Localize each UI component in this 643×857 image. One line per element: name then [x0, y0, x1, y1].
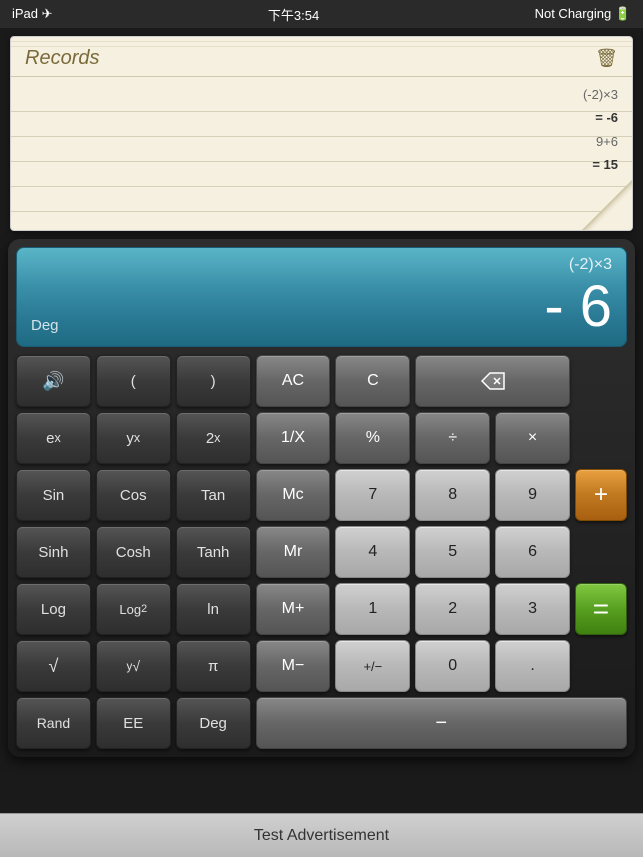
tanh-button[interactable]: Tanh — [176, 526, 251, 578]
cosh-button[interactable]: Cosh — [96, 526, 171, 578]
c-button[interactable]: C — [335, 355, 410, 407]
ad-bar: Test Advertisement — [0, 813, 643, 857]
plusminus-button[interactable]: +/− — [335, 640, 410, 692]
record-result-2: = 15 — [25, 153, 618, 176]
seven-button[interactable]: 7 — [335, 469, 410, 521]
five-button[interactable]: 5 — [415, 526, 490, 578]
status-bar: iPad ✈ 下午3:54 Not Charging 🔋 — [0, 0, 643, 28]
calculator-display: (-2)×3 - 6 Deg — [16, 247, 627, 347]
ln-button[interactable]: ln — [176, 583, 251, 635]
display-expression: (-2)×3 — [31, 256, 612, 274]
log-button[interactable]: Log — [16, 583, 91, 635]
mplus-button[interactable]: M+ — [256, 583, 331, 635]
ipad-label: iPad ✈ — [12, 6, 53, 22]
ex-button[interactable]: ex — [16, 412, 91, 464]
plus-button[interactable]: + — [575, 469, 627, 521]
deg-mode-button[interactable]: Deg — [176, 697, 251, 749]
cos-button[interactable]: Cos — [96, 469, 171, 521]
two-button[interactable]: 2 — [415, 583, 490, 635]
button-grid: 🔊()ACCexyx2x1/X%÷× SinCosTanMc789+ SinhCos… — [16, 355, 627, 749]
zero-button[interactable]: 0 — [415, 640, 490, 692]
log2-button[interactable]: Log2 — [96, 583, 171, 635]
record-expr-1: (-2)×3 — [25, 83, 618, 106]
records-body: (-2)×3 = -6 9+6 = 15 — [11, 77, 632, 183]
record-expr-2: 9+6 — [25, 130, 618, 153]
sin-button[interactable]: Sin — [16, 469, 91, 521]
record-result-1: = -6 — [25, 106, 618, 129]
calculator: (-2)×3 - 6 Deg 🔊()ACCexyx2x1/X%÷× SinCosT… — [8, 239, 635, 757]
status-left: iPad ✈ — [12, 6, 53, 22]
records-delete-button[interactable]: 🗑 — [595, 48, 618, 69]
reciprocal-button[interactable]: 1/X — [256, 412, 331, 464]
three-button[interactable]: 3 — [495, 583, 570, 635]
open-paren-button[interactable]: ( — [96, 355, 171, 407]
display-mode: Deg — [31, 317, 59, 334]
mminus-button[interactable]: M− — [256, 640, 331, 692]
mc-button[interactable]: Mc — [256, 469, 331, 521]
close-paren-button[interactable]: ) — [176, 355, 251, 407]
eight-button[interactable]: 8 — [415, 469, 490, 521]
records-header: Records 🗑 — [11, 37, 632, 77]
sinh-button[interactable]: Sinh — [16, 526, 91, 578]
decimal-button[interactable]: . — [495, 640, 570, 692]
nine-button[interactable]: 9 — [495, 469, 570, 521]
status-time: 下午3:54 — [268, 5, 319, 24]
mr-button[interactable]: Mr — [256, 526, 331, 578]
2x-button[interactable]: 2x — [176, 412, 251, 464]
minus-bottom-button[interactable]: − — [256, 697, 627, 749]
ad-label: Test Advertisement — [254, 827, 389, 845]
ac-button[interactable]: AC — [256, 355, 331, 407]
ee-button[interactable]: EE — [96, 697, 171, 749]
sqrty-button[interactable]: y√ — [96, 640, 171, 692]
sqrt-button[interactable]: √ — [16, 640, 91, 692]
one-button[interactable]: 1 — [335, 583, 410, 635]
charging-label: Not Charging 🔋 — [535, 6, 631, 22]
records-title: Records — [25, 47, 99, 70]
display-result: - 6 — [31, 278, 612, 336]
rand-button[interactable]: Rand — [16, 697, 91, 749]
six-button[interactable]: 6 — [495, 526, 570, 578]
sound-button[interactable]: 🔊 — [16, 355, 91, 407]
percent-button[interactable]: % — [335, 412, 410, 464]
status-right: Not Charging 🔋 — [535, 6, 631, 22]
divide-button[interactable]: ÷ — [415, 412, 490, 464]
records-section: Records 🗑 (-2)×3 = -6 9+6 = 15 — [10, 36, 633, 231]
yx-button[interactable]: yx — [96, 412, 171, 464]
multiply-button[interactable]: × — [495, 412, 570, 464]
pi-button[interactable]: π — [176, 640, 251, 692]
four-button[interactable]: 4 — [335, 526, 410, 578]
tan-button[interactable]: Tan — [176, 469, 251, 521]
backspace-button[interactable] — [415, 355, 570, 407]
equals-button[interactable]: = — [575, 583, 627, 635]
